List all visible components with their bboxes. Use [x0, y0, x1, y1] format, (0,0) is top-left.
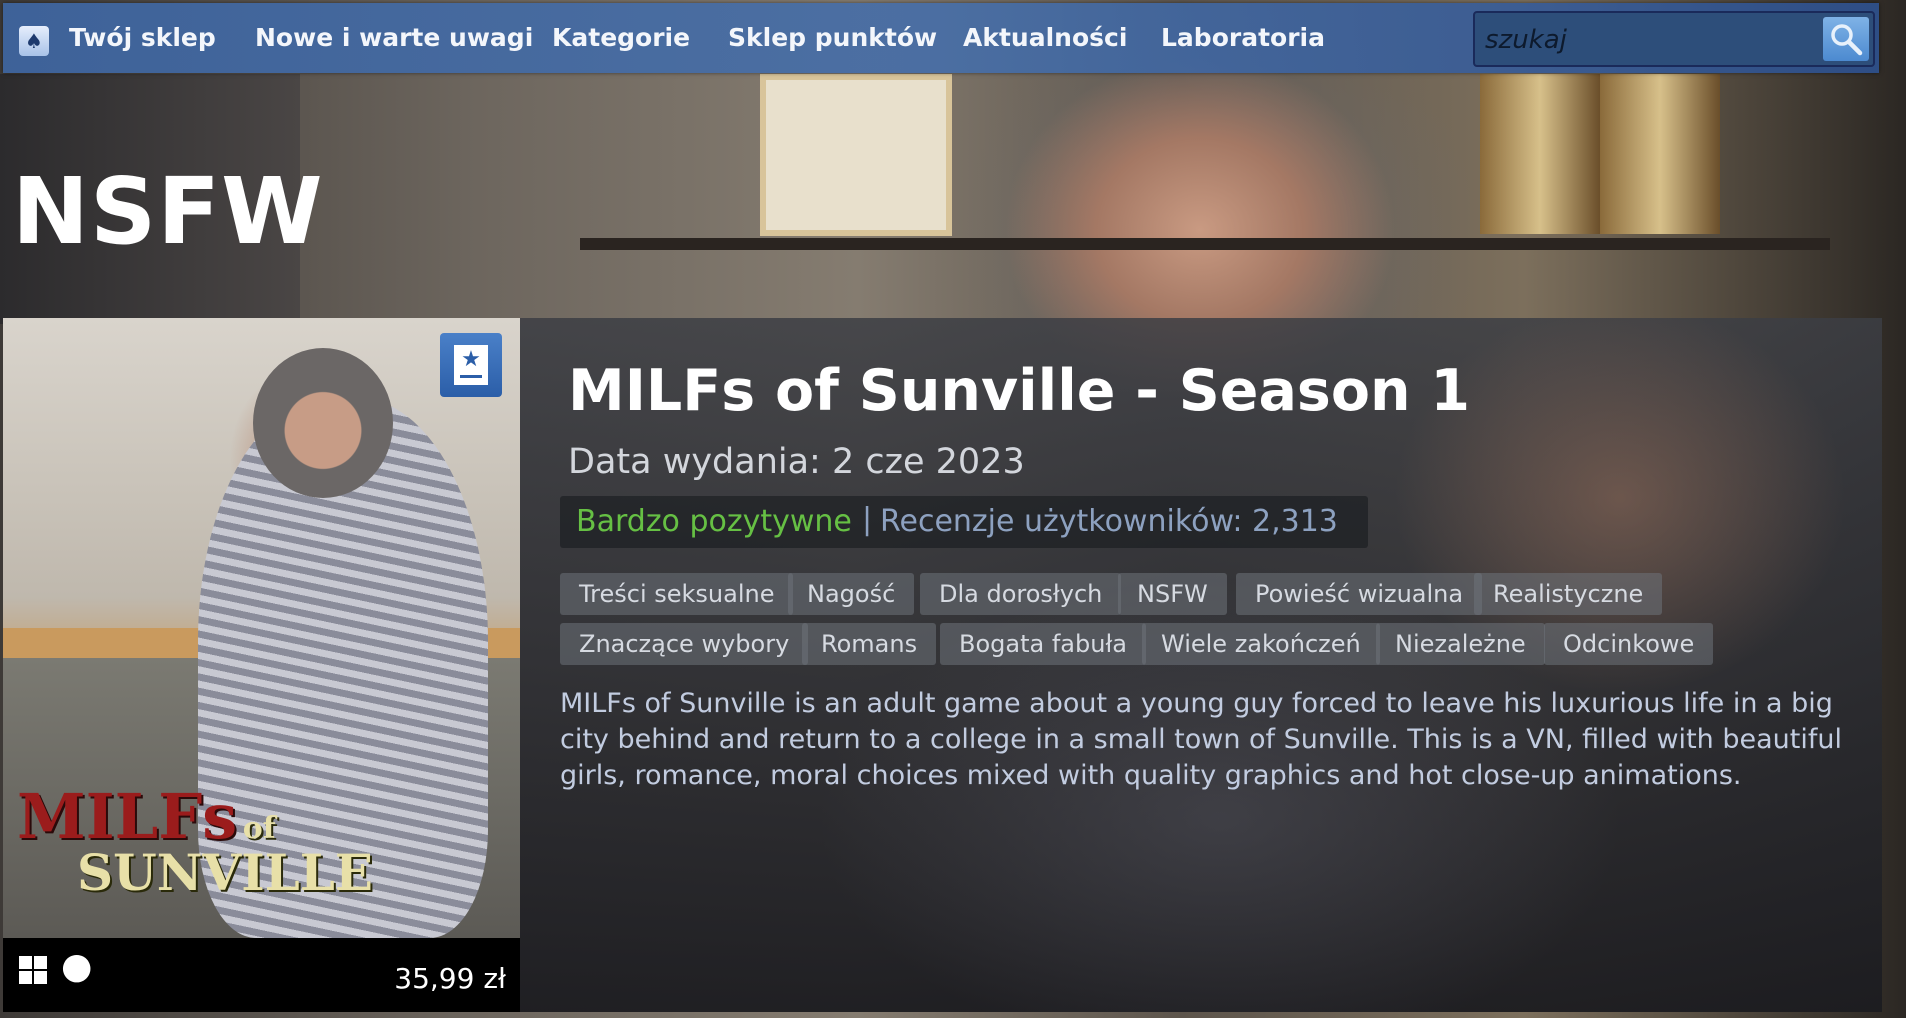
- windows-icon: [19, 956, 49, 986]
- tag-nudity[interactable]: Nagość: [788, 573, 915, 615]
- section-title: NSFW: [12, 158, 324, 265]
- steam-logo-icon[interactable]: ♠: [19, 26, 49, 56]
- search-box: [1473, 11, 1875, 67]
- nav-item-points-shop[interactable]: Sklep punktów: [728, 23, 937, 52]
- tag-romance[interactable]: Romans: [802, 623, 937, 665]
- tag-realistic[interactable]: Realistyczne: [1474, 573, 1663, 615]
- capsule-footer: ● 35,99 zł: [3, 938, 520, 1012]
- tag-multiple-endings[interactable]: Wiele zakończeń: [1142, 623, 1380, 665]
- nav-item-your-store[interactable]: Twój sklep: [69, 23, 216, 52]
- game-logo-of: of: [242, 811, 276, 846]
- game-title[interactable]: MILFs of Sunville - Season 1: [568, 358, 1470, 424]
- review-summary-box: Bardzo pozytywne | Recenzje użytkowników…: [560, 496, 1368, 548]
- nav-item-new-noteworthy[interactable]: Nowe i warte uwagi: [255, 23, 533, 52]
- magnifier-icon: [1831, 24, 1863, 56]
- store-nav-bar: ♠ Twój sklep Nowe i warte uwagi Kategori…: [3, 3, 1879, 73]
- nav-item-news[interactable]: Aktualności: [963, 23, 1127, 52]
- tag-episodic[interactable]: Odcinkowe: [1544, 623, 1714, 665]
- game-capsule-image[interactable]: MILFs of SUNVILLE: [3, 318, 520, 938]
- tag-choices-matter[interactable]: Znaczące wybory: [560, 623, 809, 665]
- tag-sexual-content[interactable]: Treści seksualne: [560, 573, 794, 615]
- review-separator: |: [862, 502, 873, 537]
- game-logo-line2: SUNVILLE: [77, 843, 374, 902]
- wishlist-button[interactable]: ★: [440, 333, 502, 397]
- background-jar: [1600, 74, 1720, 234]
- tag-story-rich[interactable]: Bogata fabuła: [940, 623, 1146, 665]
- search-button[interactable]: [1823, 17, 1869, 61]
- release-date: Data wydania: 2 cze 2023: [568, 442, 1025, 482]
- background-shelf: [580, 238, 1830, 250]
- game-logo: MILFs of SUNVILLE: [17, 786, 373, 898]
- capsule-head: [253, 348, 393, 498]
- nav-item-categories[interactable]: Kategorie: [552, 23, 690, 52]
- nav-item-labs[interactable]: Laboratoria: [1161, 23, 1325, 52]
- game-description: MILFs of Sunville is an adult game about…: [560, 688, 1842, 791]
- tag-visual-novel[interactable]: Powieść wizualna: [1236, 573, 1483, 615]
- background-jar: [1480, 74, 1600, 234]
- wishlist-icon: ★: [454, 345, 488, 385]
- tag-nsfw[interactable]: NSFW: [1118, 573, 1227, 615]
- price-label: 35,99 zł: [394, 962, 506, 995]
- review-summary[interactable]: Bardzo pozytywne: [576, 504, 852, 539]
- review-count[interactable]: Recenzje użytkowników: 2,313: [880, 504, 1338, 539]
- tag-indie[interactable]: Niezależne: [1376, 623, 1545, 665]
- tag-mature[interactable]: Dla dorosłych: [920, 573, 1122, 615]
- background-frame: [760, 74, 952, 236]
- apple-icon: ●: [61, 946, 93, 987]
- search-input[interactable]: [1483, 17, 1797, 63]
